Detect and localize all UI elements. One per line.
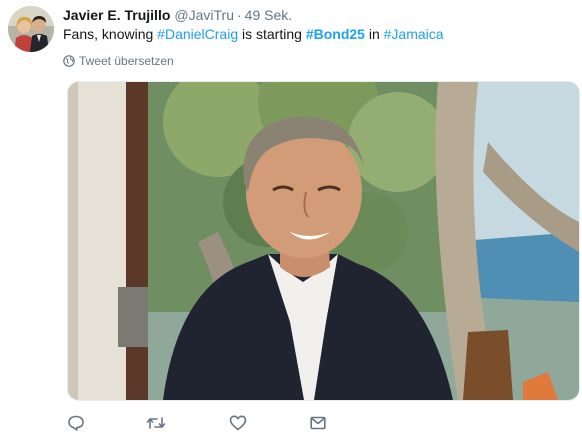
reply-icon xyxy=(67,414,85,432)
tweet-timestamp[interactable]: 49 Sek. xyxy=(245,7,292,23)
author-handle[interactable]: @JaviTru xyxy=(174,7,234,23)
hashtag-danielcraig[interactable]: #DanielCraig xyxy=(157,26,238,42)
like-button[interactable] xyxy=(225,410,251,436)
tweet-text-part: Fans, knowing xyxy=(63,26,158,42)
heart-icon xyxy=(229,414,247,432)
hashtag-bond25[interactable]: #Bond25 xyxy=(306,26,365,42)
retweet-icon xyxy=(146,414,166,432)
tweet-text: Fans, knowing #DanielCraig is starting #… xyxy=(63,24,444,44)
author-avatar[interactable] xyxy=(8,6,54,52)
tweet-actions xyxy=(63,410,363,436)
tweet-text-part: in xyxy=(364,26,384,42)
separator-dot: · xyxy=(236,7,242,23)
retweet-button[interactable] xyxy=(143,410,169,436)
translate-label: Tweet übersetzen xyxy=(79,54,174,68)
globe-icon xyxy=(63,55,75,67)
author-name[interactable]: Javier E. Trujillo xyxy=(63,7,170,23)
reply-button[interactable] xyxy=(63,410,89,436)
envelope-icon xyxy=(309,414,327,432)
tweet-header: Javier E. Trujillo @JaviTru · 49 Sek. xyxy=(63,5,292,25)
direct-message-button[interactable] xyxy=(305,410,331,436)
hashtag-jamaica[interactable]: #Jamaica xyxy=(384,26,444,42)
translate-tweet-link[interactable]: Tweet übersetzen xyxy=(63,52,174,70)
tweet-media-video[interactable] xyxy=(67,81,580,401)
tweet-text-part: is starting xyxy=(238,26,306,42)
